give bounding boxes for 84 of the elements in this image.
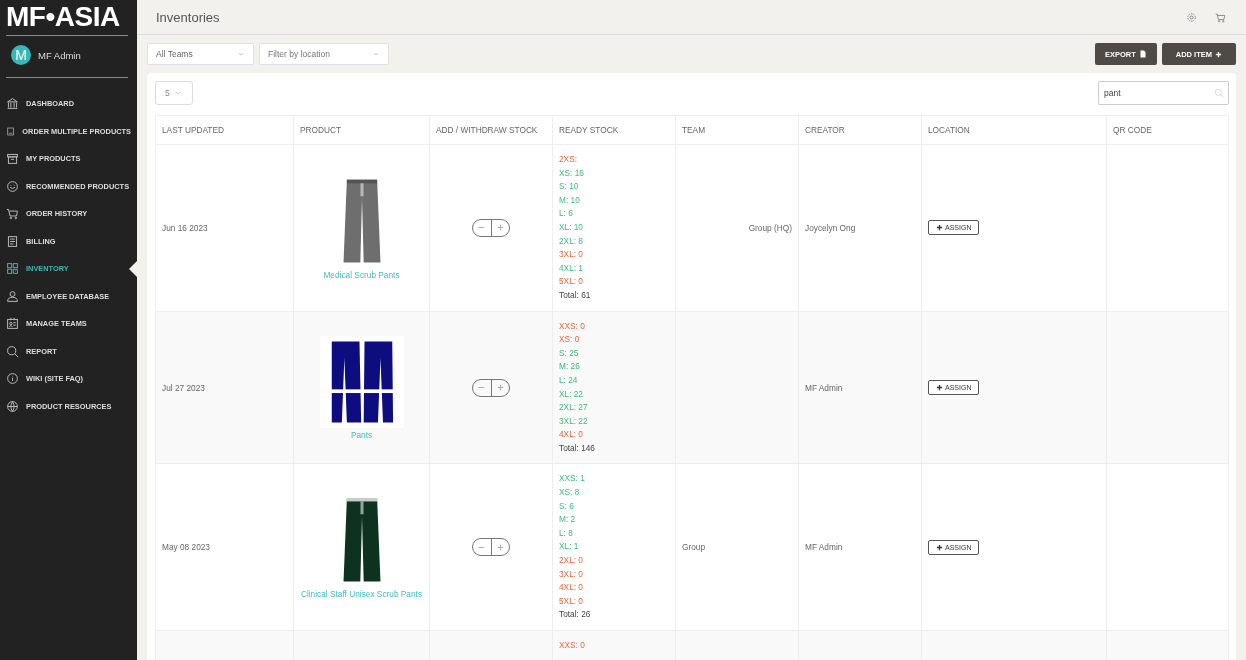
settings-icon xyxy=(1186,11,1197,23)
column-header: PRODUCT xyxy=(293,115,430,145)
stock-size: 2XS: xyxy=(559,153,578,166)
stock-size: 2XL: 27 xyxy=(559,401,589,415)
info-icon xyxy=(6,372,19,386)
location-dropdown[interactable]: Filter by location xyxy=(259,43,389,65)
page-size-dropdown[interactable]: 5 xyxy=(155,81,193,105)
column-header: CREATOR xyxy=(798,115,922,145)
search-icon xyxy=(1214,88,1224,98)
date-cell: Jun 16 2023 xyxy=(155,144,294,312)
person-icon xyxy=(6,289,19,303)
cart-icon xyxy=(1215,11,1226,23)
creator-cell: Joycelyn Ong xyxy=(798,144,922,312)
stock-size: M: 26 xyxy=(559,360,581,374)
search-field[interactable]: pant xyxy=(1098,81,1229,105)
creator-cell: MF Admin xyxy=(798,463,922,631)
stock-size: S: 25 xyxy=(559,346,580,360)
document-icon xyxy=(6,124,16,138)
stock-size: XS: 16 xyxy=(559,166,585,180)
cart-icon xyxy=(6,207,19,221)
stock-size: XXS: 1 xyxy=(559,472,586,486)
stock-size: 3XL: 0 xyxy=(559,567,584,581)
plus-icon xyxy=(936,384,943,391)
file-icon xyxy=(1138,50,1147,58)
stock-size: XS: 0 xyxy=(559,333,581,347)
stock-size: L: 8 xyxy=(559,526,574,540)
creator-cell: MF Admin xyxy=(798,311,922,464)
plus-icon xyxy=(495,542,505,552)
stock-size: XXS: 0 xyxy=(559,319,586,333)
logo[interactable]: MF•ASIA xyxy=(6,0,131,33)
column-header: READY STOCK xyxy=(552,115,676,145)
team-dropdown[interactable]: All Teams xyxy=(147,43,254,65)
chevron-icon xyxy=(173,89,182,97)
date-cell: May 08 2023 xyxy=(155,463,294,631)
page-title: Inventories xyxy=(156,9,221,25)
grid-icon xyxy=(6,262,19,276)
team-cell: Group xyxy=(675,463,799,631)
globe-icon xyxy=(6,399,19,413)
active-pointer xyxy=(129,261,137,277)
stock-size: M: 10 xyxy=(559,193,581,207)
stock-size: XL: 1 xyxy=(559,540,580,554)
stock-size: XL: 22 xyxy=(559,387,584,401)
stock-size: S: 6 xyxy=(559,499,575,513)
stock-size: 5XL: 0 xyxy=(559,594,584,608)
plus-icon xyxy=(936,224,943,232)
chevron-icon xyxy=(372,50,380,58)
team-cell: Group (HQ) xyxy=(675,144,799,312)
stock-size: XL: 10 xyxy=(559,220,584,234)
smiley-icon xyxy=(6,179,19,193)
column-header: QR CODE xyxy=(1106,115,1229,145)
stock-size: L: 6 xyxy=(559,207,574,221)
stock-total: Total: 146 xyxy=(559,441,596,455)
column-header: ADD / WITHDRAW STOCK xyxy=(429,115,553,145)
receipt-icon xyxy=(6,234,19,248)
stock-total: Total: 61 xyxy=(559,288,592,302)
stock-size: 3XL: 22 xyxy=(559,414,589,428)
id-card-icon xyxy=(6,317,19,331)
box-icon xyxy=(6,152,19,166)
stock-size: 2XL: 0 xyxy=(559,554,584,568)
stock-size: 2XL: 8 xyxy=(559,234,584,248)
plus-icon xyxy=(495,223,505,233)
column-header: LOCATION xyxy=(921,115,1107,145)
stock-size: M: 2 xyxy=(559,513,577,527)
bank-icon xyxy=(6,97,19,111)
user-avatar: M xyxy=(11,45,31,65)
plus-icon xyxy=(1215,50,1222,58)
column-header: TEAM xyxy=(675,115,799,145)
plus-icon xyxy=(936,543,943,551)
date-cell: Jul 27 2023 xyxy=(155,311,294,464)
stock-size: 4XL: 0 xyxy=(559,581,584,595)
stock-size: 4XL: 1 xyxy=(559,261,584,275)
stock-size: 3XL: 0 xyxy=(559,248,584,262)
stock-size: XS: 8 xyxy=(559,486,581,500)
stock-total: Total: 26 xyxy=(559,608,592,622)
chevron-icon xyxy=(237,50,245,58)
plus-icon xyxy=(495,383,505,392)
search-icon xyxy=(6,344,19,358)
stock-size: 5XL: 0 xyxy=(559,275,584,289)
stock-size: S: 10 xyxy=(559,180,580,194)
stock-size: L: 24 xyxy=(559,373,579,387)
stock-size: 4XL: 0 xyxy=(559,428,584,442)
column-header: LAST UPDATED xyxy=(155,115,294,145)
stock-size: XXS: 0 xyxy=(559,639,586,652)
user-name: MF Admin xyxy=(38,49,81,61)
